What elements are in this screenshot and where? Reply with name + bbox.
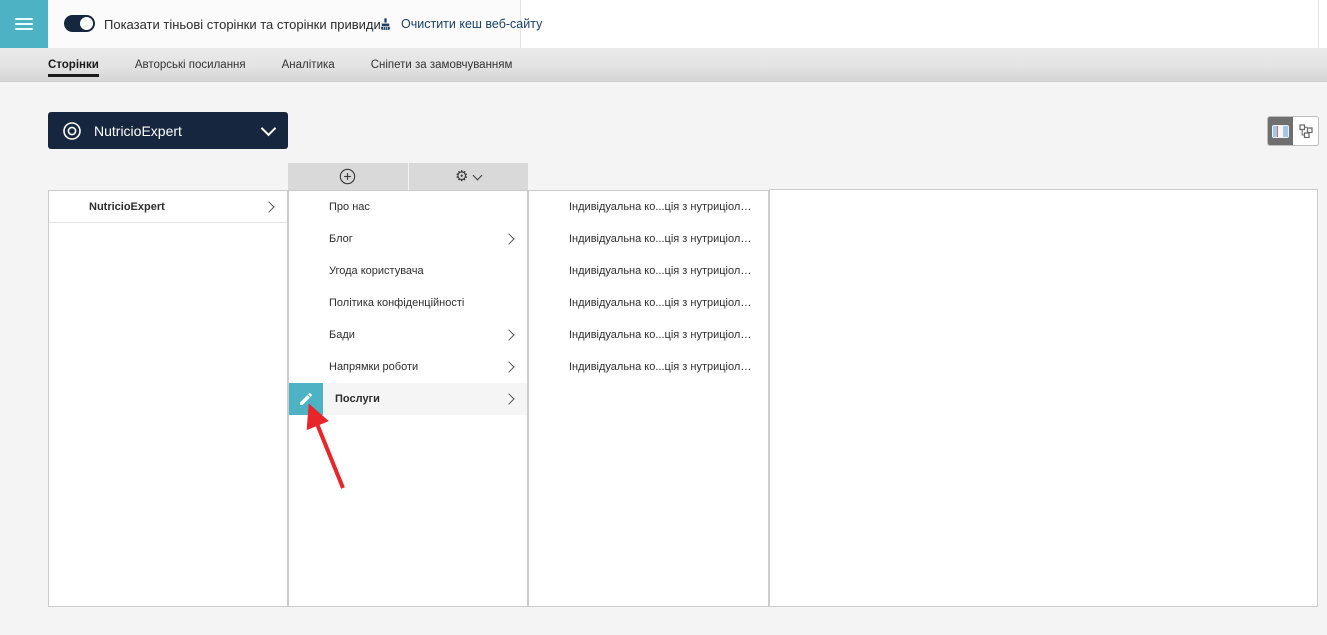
subpage-row-label: Індивідуальна ко...ція з нутриціологом (569, 297, 754, 309)
chevron-down-icon (473, 170, 483, 180)
column-subpages: Індивідуальна ко...ція з нутриціологом Ін… (528, 190, 769, 607)
chevron-right-icon (263, 200, 275, 213)
subpage-row-label: Індивідуальна ко...ція з нутриціологом (569, 201, 754, 213)
page-row[interactable]: Послуги (289, 383, 527, 415)
section-tabs: Сторінки Авторські посилання Аналітика С… (0, 48, 1327, 82)
menu-button[interactable] (0, 0, 48, 48)
tree-view-icon (1298, 124, 1313, 138)
page-row[interactable]: Напрямки роботи (289, 351, 527, 383)
page-row[interactable]: Блог (289, 223, 527, 255)
page-row[interactable]: Про нас (289, 191, 527, 223)
pencil-icon (300, 392, 313, 405)
site-root-row[interactable]: NutricioExpert (49, 191, 287, 223)
clear-cache-button[interactable]: Очистити кеш веб-сайту (372, 0, 548, 48)
edit-page-button[interactable] (289, 383, 323, 415)
gear-icon: ⚙ (455, 167, 469, 185)
top-bar-divider (1318, 0, 1319, 48)
subpage-row[interactable]: Індивідуальна ко...ція з нутриціологом (529, 287, 768, 319)
subpage-row[interactable]: Індивідуальна ко...ція з нутриціологом (529, 319, 768, 351)
brush-icon (381, 17, 390, 30)
subpage-row-label: Індивідуальна ко...ція з нутриціологом (569, 233, 754, 245)
view-switcher (1267, 116, 1319, 146)
subpage-row-label: Індивідуальна ко...ція з нутриціологом (569, 265, 754, 277)
columns-view-button[interactable] (1268, 117, 1293, 145)
page-row-label: Політика конфіденційності (329, 297, 465, 309)
subpage-row-label: Індивідуальна ко...ція з нутриціологом (569, 361, 754, 373)
toggle-knob (80, 17, 93, 30)
subpage-row[interactable]: Індивідуальна ко...ція з нутриціологом (529, 223, 768, 255)
hamburger-icon (15, 18, 33, 30)
plus-circle-icon (340, 168, 356, 185)
tab-default-snippets[interactable]: Сніпети за замовчуванням (371, 48, 513, 81)
add-page-button[interactable] (288, 163, 408, 190)
tab-author-links[interactable]: Авторські посилання (135, 48, 246, 81)
site-root-label: NutricioExpert (89, 200, 165, 213)
shadow-pages-toggle[interactable] (64, 15, 95, 32)
columns-view-icon (1272, 124, 1289, 138)
page-row[interactable]: Угода користувача (289, 255, 527, 287)
page-row-label: Угода користувача (329, 265, 424, 277)
chevron-down-icon (260, 120, 277, 137)
tab-analytics[interactable]: Аналітика (282, 48, 335, 81)
subpage-row[interactable]: Індивідуальна ко...ція з нутриціологом (529, 351, 768, 383)
page-row-label: Послуги (335, 393, 380, 405)
page-settings-button[interactable]: ⚙ (407, 163, 529, 190)
site-selector-button[interactable]: NutricioExpert (48, 112, 288, 149)
site-selector-label: NutricioExpert (94, 122, 182, 139)
chevron-right-icon (503, 393, 515, 405)
column-pages: Про нас Блог Угода користувача Політика кон… (288, 190, 528, 607)
chevron-right-icon (503, 233, 515, 245)
subpage-row-label: Індивідуальна ко...ція з нутриціологом (569, 329, 754, 341)
shadow-pages-toggle-label: Показати тіньові сторінки та сторінки пр… (104, 16, 381, 32)
subpage-row[interactable]: Індивідуальна ко...ція з нутриціологом (529, 191, 768, 223)
page-row[interactable]: Політика конфіденційності (289, 287, 527, 319)
pages-toolbar: ⚙ (288, 163, 528, 190)
tree-view-button[interactable] (1293, 117, 1318, 145)
page-row-label: Напрямки роботи (329, 361, 419, 373)
page-row-label: Бади (329, 329, 355, 341)
page-row-label: Про нас (329, 201, 370, 213)
tab-pages[interactable]: Сторінки (48, 48, 99, 81)
page-row[interactable]: Бади (289, 319, 527, 351)
chevron-right-icon (503, 329, 515, 341)
top-bar: Показати тіньові сторінки та сторінки пр… (0, 0, 1327, 48)
page-row-label: Блог (329, 233, 353, 245)
column-empty-panel (769, 189, 1318, 607)
subpage-row[interactable]: Індивідуальна ко...ція з нутриціологом (529, 255, 768, 287)
chevron-right-icon (503, 361, 515, 373)
app-window: Показати тіньові сторінки та сторінки пр… (0, 0, 1327, 635)
column-site-root: NutricioExpert (48, 190, 288, 607)
clear-cache-label: Очистити кеш веб-сайту (401, 17, 543, 31)
site-target-icon (63, 121, 81, 140)
